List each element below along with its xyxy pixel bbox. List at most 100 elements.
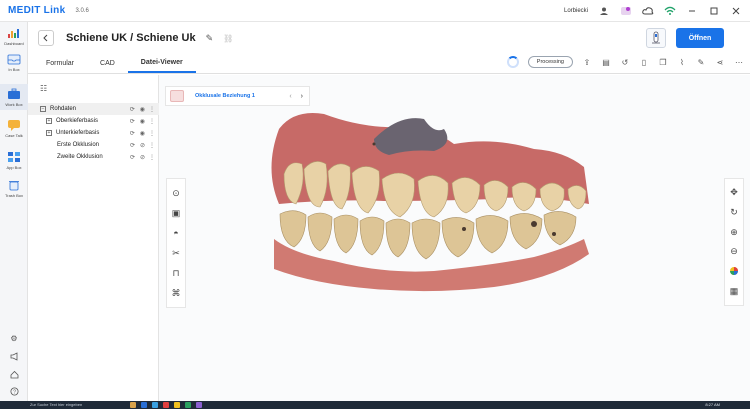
more-icon[interactable]: ⋮ [149, 118, 155, 125]
expand-icon[interactable]: + [46, 118, 52, 124]
app-icon[interactable] [130, 402, 136, 408]
export-icon[interactable]: ⇪ [582, 58, 592, 67]
sync-icon[interactable]: ⟳ [130, 106, 135, 113]
visibility-controls: ⟳ ◉ [130, 118, 145, 125]
3d-viewer[interactable]: Okklusale Beziehung 1 ‹ › ⊙ ▣ ◓ ✂ ⊓ ⌘ ✥ … [159, 75, 750, 401]
measure-icon[interactable]: ⊓ [169, 266, 183, 280]
tree-item-zweite-okklusion[interactable]: Zweite Okklusion ⟳ ⊘ ⋮ [28, 151, 159, 163]
more-icon[interactable]: ⋮ [149, 106, 155, 113]
history-icon[interactable]: ↺ [620, 58, 630, 67]
more-icon[interactable]: ⋯ [734, 58, 744, 67]
eye-icon[interactable]: ◉ [140, 118, 145, 125]
expand-icon[interactable]: + [46, 130, 52, 136]
dental-scan-model[interactable] [234, 89, 614, 304]
tab-formular[interactable]: Formular [28, 53, 87, 73]
sync-icon[interactable]: ⟳ [130, 118, 135, 125]
home-icon[interactable] [0, 370, 28, 379]
more-icon[interactable]: ⋮ [149, 142, 155, 149]
app-icon[interactable] [196, 402, 202, 408]
help-icon[interactable]: ? [0, 387, 28, 396]
eye-icon[interactable]: ◉ [140, 106, 145, 113]
mesh-icon[interactable]: ⌘ [169, 286, 183, 300]
tab-toolbar: Processing ⇪ ▤ ↺ ▯ ❐ ⌇ ✎ ⋖ ⋯ [506, 56, 744, 68]
svg-text:?: ? [13, 389, 16, 395]
app-version: 3.0.6 [75, 7, 89, 14]
rail-label: Work Box [5, 102, 23, 107]
rail-label: Dashboard [4, 41, 24, 46]
announce-icon[interactable] [0, 352, 28, 361]
navigation-rail: Dashboard In Box Work Box Case Talk App … [0, 22, 28, 401]
settings-icon[interactable]: ⚙ [0, 334, 28, 343]
workbox-icon [6, 87, 22, 101]
cloud-icon[interactable] [642, 5, 654, 17]
section-icon[interactable]: ◓ [169, 226, 183, 240]
app-icon[interactable] [174, 402, 180, 408]
eye-off-icon[interactable]: ⊘ [140, 142, 145, 149]
rail-item-trashbox[interactable]: Trash Box [0, 178, 28, 198]
collapse-icon[interactable]: − [40, 106, 46, 112]
viewer-right-toolbar: ✥ ↻ ⊕ ⊖ ▦ [724, 178, 744, 306]
open-button[interactable]: Öffnen [676, 28, 724, 48]
tree-item-rohdaten[interactable]: − Rohdaten ⟳ ◉ ⋮ [28, 103, 159, 115]
scissors-icon[interactable]: ✂ [169, 246, 183, 260]
data-tree-panel: ☷ − Rohdaten ⟳ ◉ ⋮ + Oberkieferbasis ⟳ ◉ ⋮… [28, 75, 159, 401]
screenshot-icon[interactable]: ▦ [727, 284, 741, 298]
app-icon[interactable] [163, 402, 169, 408]
back-button[interactable] [38, 30, 54, 46]
attach-icon[interactable]: ⌇ [677, 58, 687, 67]
app-icon[interactable] [152, 402, 158, 408]
delete-icon[interactable]: ▯ [639, 58, 649, 67]
edit-icon[interactable]: ✎ [696, 58, 706, 67]
scan-button[interactable] [646, 28, 666, 48]
tab-cad[interactable]: CAD [87, 53, 128, 73]
tree-item-oberkieferbasis[interactable]: + Oberkieferbasis ⟳ ◉ ⋮ [28, 115, 159, 127]
sync-icon[interactable]: ⟳ [130, 154, 135, 161]
maximize-icon[interactable] [708, 5, 720, 17]
color-icon[interactable] [727, 264, 741, 278]
rail-item-casetalk[interactable]: Case Talk [0, 118, 28, 138]
rotate-icon[interactable]: ↻ [727, 205, 741, 219]
taskbar-search[interactable]: Zur Suche Text hier eingeben [30, 402, 82, 407]
user-icon[interactable] [598, 5, 610, 17]
casetalk-icon [6, 118, 22, 132]
minimize-icon[interactable] [686, 5, 698, 17]
close-icon[interactable] [730, 5, 742, 17]
visibility-controls: ⟳ ⊘ [130, 154, 145, 161]
note-icon[interactable]: ▤ [601, 58, 611, 67]
list-view-icon[interactable]: ☷ [40, 84, 47, 93]
rail-label: In Box [8, 67, 20, 72]
zoom-out-icon[interactable]: ⊖ [727, 245, 741, 259]
appbox-icon [6, 150, 22, 164]
more-icon[interactable]: ⋮ [149, 154, 155, 161]
tree-item-label: Erste Okklusion [57, 142, 100, 148]
rail-item-appbox[interactable]: App Box [0, 150, 28, 170]
tree-item-erste-okklusion[interactable]: Erste Okklusion ⟳ ⊘ ⋮ [28, 139, 159, 151]
username: Lorbiecki [563, 8, 588, 14]
processing-badge[interactable]: Processing [527, 56, 573, 68]
app-icon[interactable] [185, 402, 191, 408]
more-icon[interactable]: ⋮ [149, 130, 155, 137]
wifi-icon [664, 5, 676, 17]
tree-item-unterkieferbasis[interactable]: + Unterkieferbasis ⟳ ◉ ⋮ [28, 127, 159, 139]
edit-icon[interactable]: ✎ [206, 33, 214, 44]
eye-icon[interactable]: ◉ [140, 130, 145, 137]
sync-icon[interactable]: ⟳ [130, 142, 135, 149]
focus-icon[interactable]: ⊙ [169, 186, 183, 200]
rail-item-inbox[interactable]: In Box [0, 52, 28, 72]
link-icon[interactable]: ⛓ [223, 34, 233, 43]
pan-icon[interactable]: ✥ [727, 186, 741, 200]
zoom-in-icon[interactable]: ⊕ [727, 225, 741, 239]
os-taskbar: Zur Suche Text hier eingeben 8:27 AM [0, 401, 750, 409]
visibility-controls: ⟳ ⊘ [130, 142, 145, 149]
rail-item-workbox[interactable]: Work Box [0, 84, 28, 110]
notification-icon[interactable] [620, 5, 632, 17]
select-area-icon[interactable]: ▣ [169, 206, 183, 220]
tab-bar: Formular CAD Datei-Viewer Processing ⇪ ▤… [28, 54, 750, 74]
rail-item-dashboard[interactable]: Dashboard [0, 26, 28, 46]
share-icon[interactable]: ⋖ [715, 58, 725, 67]
app-icon[interactable] [141, 402, 147, 408]
copy-icon[interactable]: ❐ [658, 58, 668, 67]
sync-icon[interactable]: ⟳ [130, 130, 135, 137]
tab-datei-viewer[interactable]: Datei-Viewer [127, 53, 196, 73]
eye-off-icon[interactable]: ⊘ [140, 154, 145, 161]
